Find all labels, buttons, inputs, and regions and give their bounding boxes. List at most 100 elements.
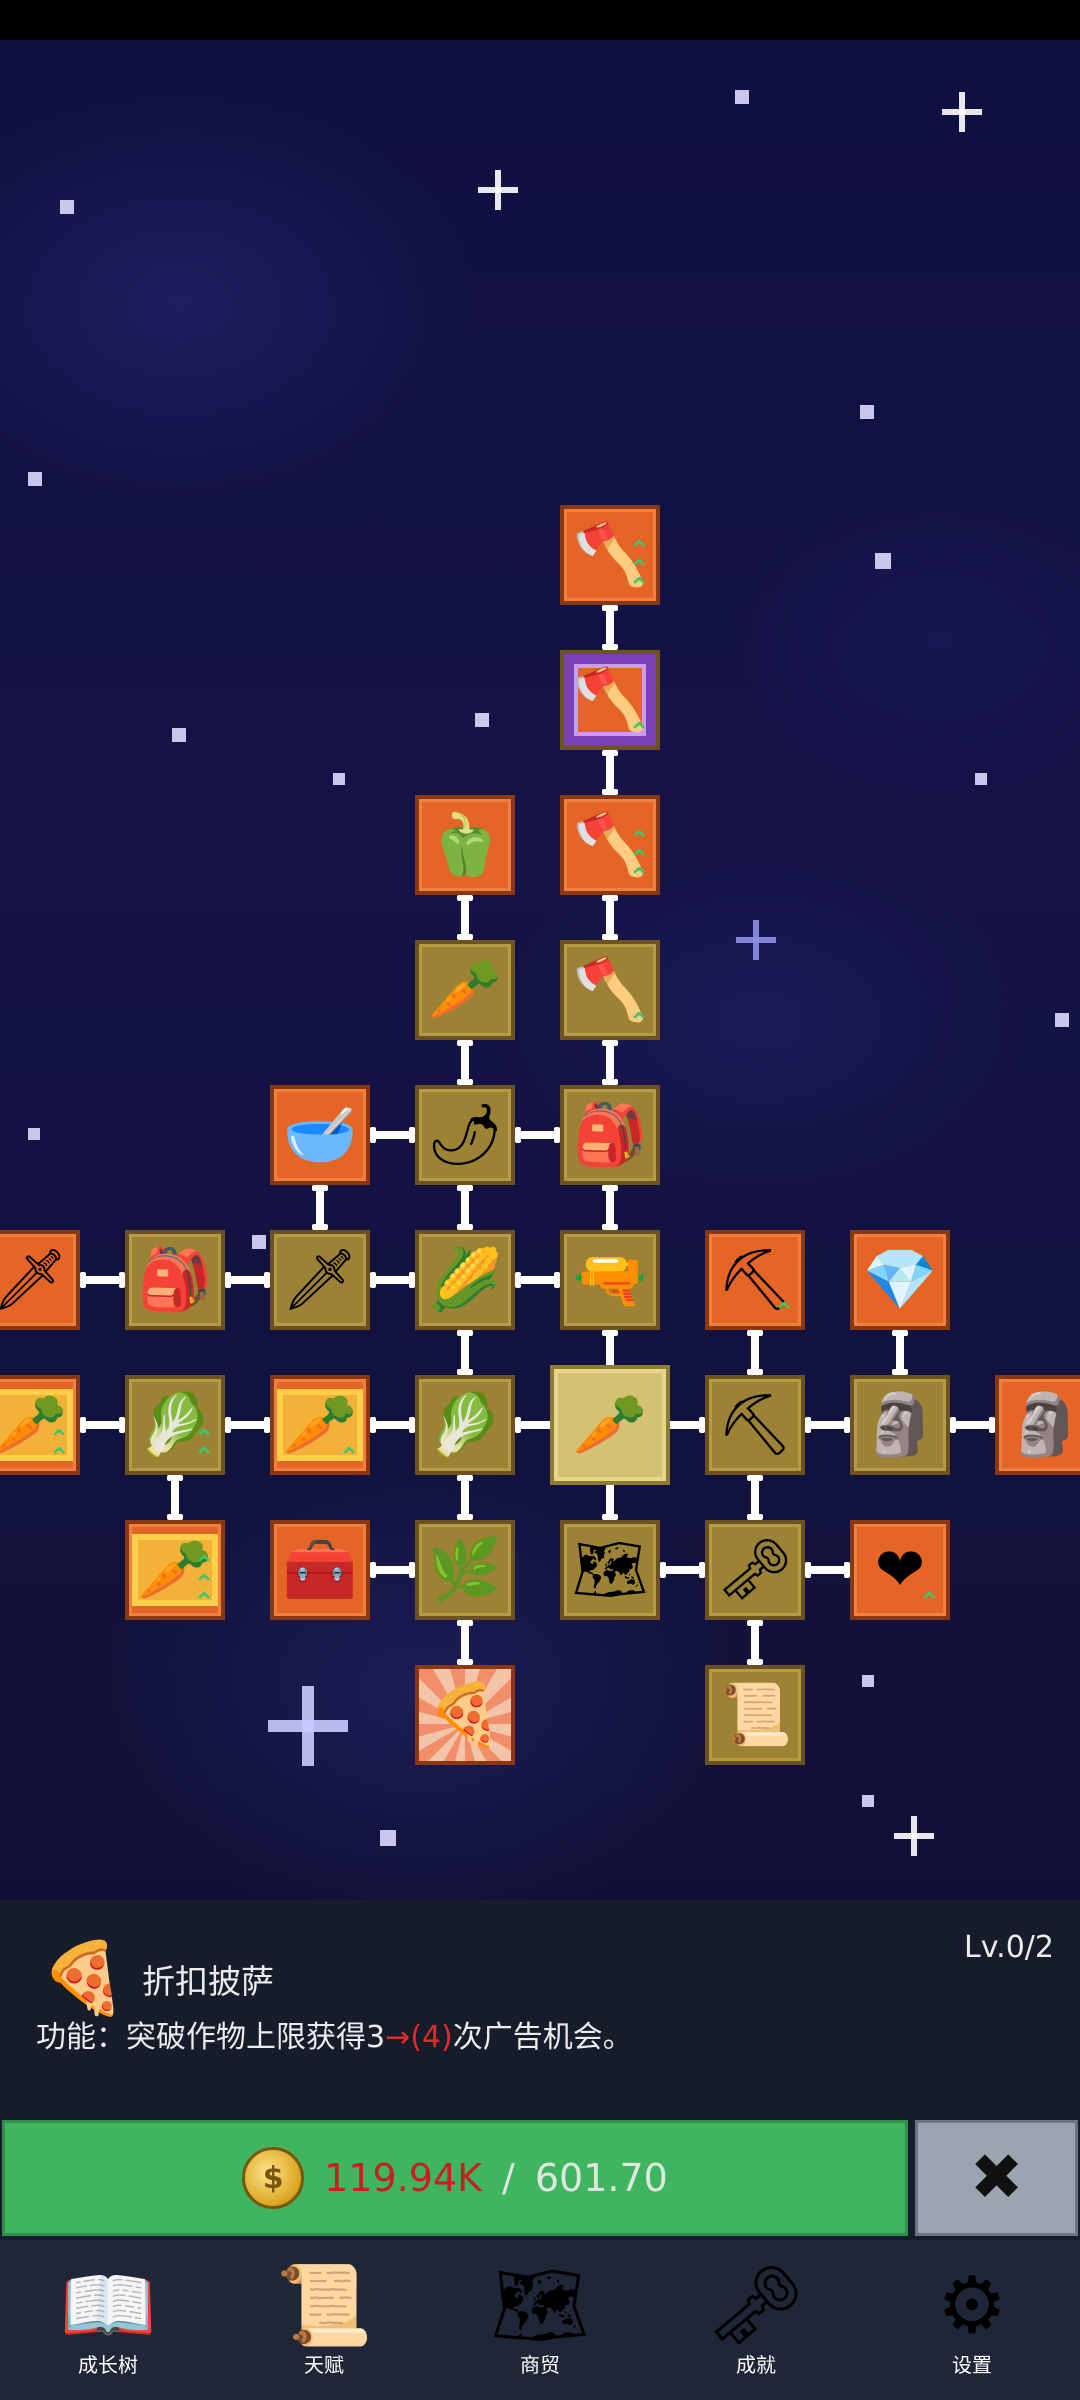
star	[735, 90, 749, 104]
backpack-icon: 🎒	[137, 1245, 213, 1315]
tree-node-carrot-2[interactable]: 🥕 ⌃	[270, 1375, 370, 1475]
sparkle	[736, 920, 776, 960]
tree-node-statue-edge[interactable]: 🗿	[995, 1375, 1080, 1475]
map-icon: 🗺	[490, 2261, 590, 2351]
tree-node-pizza[interactable]: 🍕	[415, 1665, 515, 1765]
tree-link	[660, 1562, 705, 1578]
tree-node-backpack-1[interactable]: 🎒	[560, 1085, 660, 1185]
tree-node-shovel-top[interactable]: 🪓 ⌃ ⌃ ⌃	[560, 505, 660, 605]
tree-node-heart[interactable]: ❤ ⌃	[850, 1520, 950, 1620]
crystal-icon: 💎	[862, 1245, 938, 1315]
tree-node-map[interactable]: 🗺	[560, 1520, 660, 1620]
bottom-nav: 📖 成长树 📜 天赋 🗺 商贸 🗝 成就 ⚙ 设置	[0, 2240, 1080, 2400]
tree-node-pickaxe-gold[interactable]: ⛏	[705, 1375, 805, 1475]
sword-icon: 🗡	[0, 1245, 69, 1315]
pickaxe-icon: ⛏	[716, 1390, 794, 1460]
white-radish-icon: 🥕	[427, 955, 503, 1025]
tree-link	[167, 1475, 183, 1520]
nav-item-gear[interactable]: ⚙ 设置	[864, 2240, 1080, 2400]
tree-node-shovel-magic[interactable]: 🪓 ⌃	[560, 650, 660, 750]
owned-amount: 119.94K	[324, 2156, 483, 2200]
tree-link	[457, 895, 473, 940]
tree-link	[80, 1272, 125, 1288]
tree-node-chest[interactable]: 🧰	[270, 1520, 370, 1620]
sparkle	[268, 1686, 348, 1766]
desc-highlight: →(4)	[385, 2020, 453, 2055]
tree-node-statue-1[interactable]: 🗿	[850, 1375, 950, 1475]
sparkle	[942, 92, 982, 132]
tree-node-sword-2[interactable]: 🗡	[270, 1230, 370, 1330]
upgrade-chevron-icon: ⌃ ⌃ ⌃	[193, 1551, 215, 1618]
tree-link	[312, 1185, 328, 1230]
upgrade-chevron-icon: ⌃ ⌃ ⌃	[628, 826, 650, 893]
bell-pepper-icon: 🫑	[427, 810, 503, 880]
nav-item-map[interactable]: 🗺 商贸	[432, 2240, 648, 2400]
tree-link	[747, 1330, 763, 1375]
tree-node-carrot-edge[interactable]: 🥕 ⌃ ⌃	[0, 1375, 80, 1475]
nav-label: 成长树	[78, 2353, 138, 2377]
upgrade-chevron-icon: ⌃	[628, 717, 650, 748]
star	[252, 1235, 266, 1249]
coin-icon: $	[242, 2147, 305, 2209]
star	[1055, 1013, 1069, 1027]
tree-link	[805, 1417, 850, 1433]
tree-node-chili[interactable]: 🌶	[415, 1085, 515, 1185]
tree-link	[457, 1330, 473, 1375]
tree-node-sword-edge[interactable]: 🗡	[0, 1230, 80, 1330]
starfield-background: 🪓 ⌃ ⌃ ⌃ 🪓 ⌃ 🫑 🪓 ⌃ ⌃ ⌃ 🥕 🪓 ⌃ 🥣 🌶 🎒 🗡 🎒 🗡 🌽 🔫 ⛏ ⌃ 💎 🥕 ⌃ ⌃ 🥬 ⌃ ⌃ 🥕 ⌃ 🥬 🥕 ⛏ 🗿 🗿 🥕 ⌃…	[0, 40, 1080, 1900]
tree-node-carrot-3[interactable]: 🥕 ⌃ ⌃ ⌃	[125, 1520, 225, 1620]
star	[475, 713, 489, 727]
tree-link	[747, 1620, 763, 1665]
wooden-bowl-icon: 🥣	[282, 1100, 358, 1170]
tree-node-leek[interactable]: 🌿	[415, 1520, 515, 1620]
nav-item-key[interactable]: 🗝 成就	[648, 2240, 864, 2400]
treasure-chest-icon: 🧰	[282, 1535, 358, 1605]
close-button[interactable]: ✖	[915, 2120, 1078, 2236]
upgrade-button[interactable]: $ 119.94K / 601.70	[2, 2120, 908, 2236]
nav-label: 天赋	[304, 2353, 344, 2377]
tree-link	[805, 1562, 850, 1578]
tree-node-cabbage-1[interactable]: 🥬 ⌃ ⌃	[125, 1375, 225, 1475]
tree-node-carrot-root[interactable]: 🥕	[550, 1365, 670, 1485]
nav-item-book[interactable]: 📖 成长树	[0, 2240, 216, 2400]
tree-node-pickaxe-orange[interactable]: ⛏ ⌃	[705, 1230, 805, 1330]
statue-icon: 🗿	[862, 1390, 938, 1460]
tree-node-shovel-4[interactable]: 🪓 ⌃	[560, 940, 660, 1040]
tree-node-key[interactable]: 🗝	[705, 1520, 805, 1620]
tree-node-radish[interactable]: 🥕	[415, 940, 515, 1040]
tree-node-crystal[interactable]: 💎	[850, 1230, 950, 1330]
tree-node-shovel-3[interactable]: 🪓 ⌃ ⌃ ⌃	[560, 795, 660, 895]
backpack-icon: 🎒	[572, 1100, 648, 1170]
tree-node-rifle[interactable]: 🔫	[560, 1230, 660, 1330]
tree-node-backpack-2[interactable]: 🎒	[125, 1230, 225, 1330]
tree-node-bowl[interactable]: 🥣	[270, 1085, 370, 1185]
tree-node-cabbage-2[interactable]: 🥬	[415, 1375, 515, 1475]
tree-node-corn[interactable]: 🌽	[415, 1230, 515, 1330]
tree-link	[457, 1475, 473, 1520]
upgrade-chevron-icon: ⌃	[918, 1587, 940, 1618]
tree-node-scroll[interactable]: 📜	[705, 1665, 805, 1765]
tree-node-pepper[interactable]: 🫑	[415, 795, 515, 895]
nav-item-scroll[interactable]: 📜 天赋	[216, 2240, 432, 2400]
price-separator: /	[502, 2156, 515, 2200]
star	[862, 1675, 874, 1687]
sword-icon: 🗡	[281, 1245, 359, 1315]
close-icon: ✖	[969, 2141, 1024, 2215]
tree-link	[457, 1040, 473, 1085]
leek-icon: 🌿	[427, 1535, 503, 1605]
upgrade-chevron-icon: ⌃ ⌃ ⌃	[628, 536, 650, 603]
desc-prefix: 功能：突破作物上限获得3	[36, 2020, 386, 2055]
scroll-icon: 📜	[275, 2261, 373, 2351]
nav-label: 成就	[736, 2353, 776, 2377]
tree-link	[602, 895, 618, 940]
upgrade-chevron-icon: ⌃ ⌃	[48, 1424, 70, 1473]
upgrade-cost: 601.70	[534, 2156, 668, 2200]
tree-link	[225, 1417, 270, 1433]
tree-link	[370, 1127, 415, 1143]
item-level: Lv.0/2	[964, 1930, 1054, 1965]
nav-label: 设置	[952, 2353, 992, 2377]
star	[28, 472, 42, 486]
tree-link	[457, 1185, 473, 1230]
item-description: 功能：突破作物上限获得3→(4)次广告机会。	[36, 2012, 633, 2056]
tree-link	[225, 1272, 270, 1288]
